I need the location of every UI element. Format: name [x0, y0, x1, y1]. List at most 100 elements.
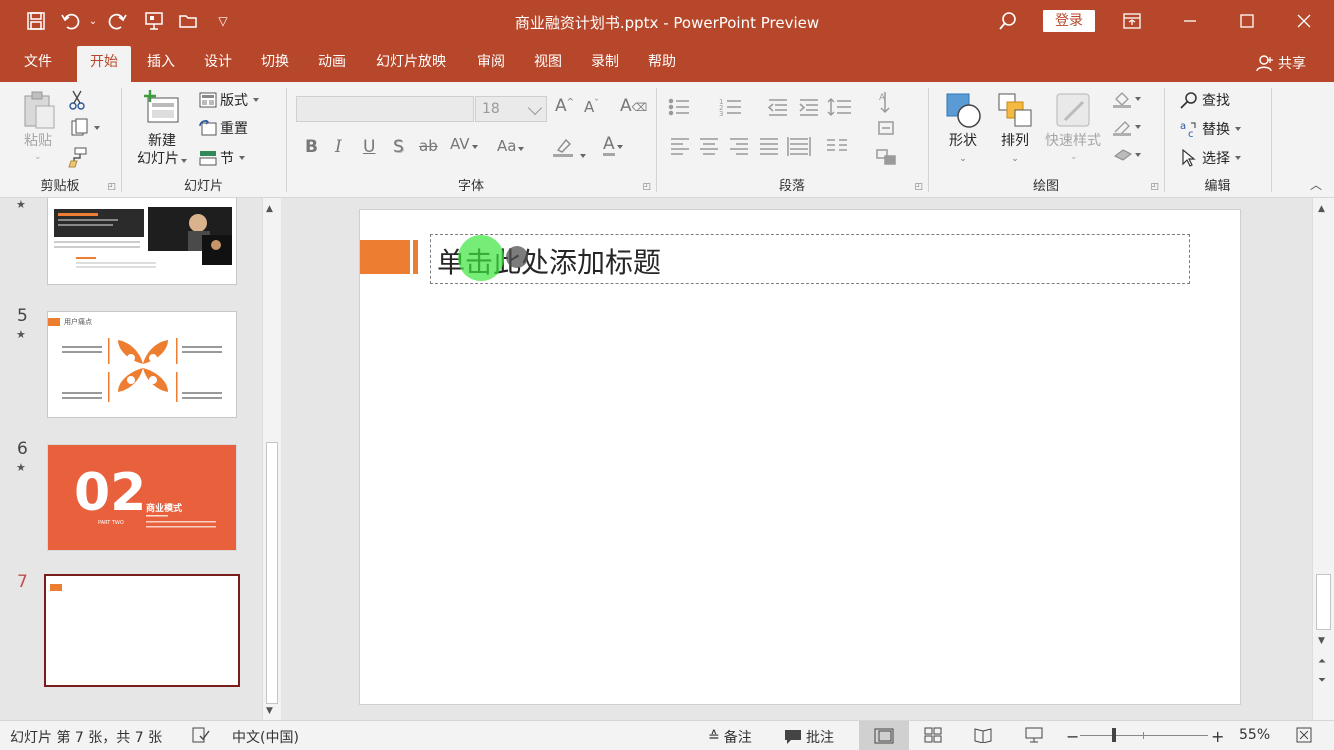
accessibility-icon[interactable]: [192, 727, 210, 743]
minimize-icon[interactable]: [1170, 8, 1210, 34]
comments-button[interactable]: 批注: [784, 727, 834, 747]
shape-outline-icon[interactable]: [1109, 118, 1143, 136]
font-color-button[interactable]: A: [603, 134, 623, 156]
shrink-font-icon[interactable]: Aˇ: [584, 98, 599, 116]
reading-view-icon[interactable]: [974, 727, 992, 743]
grow-font-icon[interactable]: A^: [555, 96, 574, 116]
tab-slideshow[interactable]: 幻灯片放映: [367, 46, 455, 82]
previous-slide-icon[interactable]: ⏶: [1318, 656, 1326, 667]
slide-thumbnail[interactable]: 用户痛点: [47, 311, 237, 418]
zoom-out-icon[interactable]: −: [1066, 727, 1079, 746]
shadow-button[interactable]: S: [393, 137, 404, 157]
scroll-up-icon[interactable]: ▲: [266, 204, 273, 214]
change-case-button[interactable]: Aa: [497, 137, 525, 155]
clipboard-group: 粘贴 ⌄ 剪贴板 ◰: [0, 82, 120, 198]
animation-star-icon: ★: [16, 328, 26, 341]
scroll-down-icon[interactable]: ▼: [1318, 636, 1325, 646]
svg-text:A: A: [879, 93, 886, 103]
slide-thumbnail-current[interactable]: [44, 574, 240, 687]
zoom-slider-thumb[interactable]: [1112, 728, 1116, 742]
quick-styles-dropdown-icon[interactable]: ⌄: [1070, 152, 1078, 162]
zoom-level[interactable]: 55%: [1239, 727, 1270, 743]
tab-design[interactable]: 设计: [195, 46, 241, 82]
highlight-icon[interactable]: [552, 136, 586, 163]
cut-icon[interactable]: [68, 90, 86, 110]
separator: [1271, 88, 1272, 192]
font-launcher-icon[interactable]: ◰: [642, 182, 651, 192]
arrange-icon[interactable]: [995, 90, 1035, 130]
shape-effects-icon[interactable]: [1109, 146, 1143, 164]
quick-styles-icon[interactable]: [1053, 90, 1093, 130]
quick-styles-button[interactable]: 快速样式: [1041, 132, 1105, 150]
tab-animations[interactable]: 动画: [309, 46, 355, 82]
ribbon-display-icon[interactable]: [1112, 8, 1152, 34]
share-button[interactable]: 共享: [1256, 53, 1306, 73]
next-slide-icon[interactable]: ⏷: [1318, 675, 1326, 686]
thumbnails-scrollbar[interactable]: ▲ ▼: [262, 198, 281, 720]
reset-button[interactable]: 重置: [199, 118, 248, 138]
scroll-thumb[interactable]: [266, 442, 278, 704]
zoom-in-icon[interactable]: +: [1211, 727, 1224, 746]
maximize-icon[interactable]: [1227, 8, 1267, 34]
shapes-button[interactable]: 形状 ⌄: [941, 132, 985, 168]
replace-button[interactable]: ac 替换: [1179, 119, 1241, 139]
slide-sorter-icon[interactable]: [924, 727, 942, 743]
paste-dropdown-icon[interactable]: ⌄: [34, 152, 42, 162]
new-slide-button[interactable]: 新建 幻灯片: [136, 132, 188, 168]
italic-button[interactable]: I: [335, 137, 342, 157]
char-spacing-button[interactable]: AV: [450, 135, 478, 153]
tab-insert[interactable]: 插入: [138, 46, 184, 82]
notes-button[interactable]: ≙ 备注: [708, 727, 752, 747]
select-button[interactable]: 选择: [1179, 148, 1241, 168]
language-indicator[interactable]: 中文(中国): [232, 727, 299, 747]
normal-view-button[interactable]: [859, 721, 909, 750]
svg-text:a: a: [1180, 121, 1186, 132]
editor-scrollbar[interactable]: ▲ ▼ ⏶ ⏷: [1312, 198, 1334, 720]
scroll-thumb[interactable]: [1316, 574, 1331, 630]
font-size-box[interactable]: 18: [475, 96, 547, 122]
tab-help[interactable]: 帮助: [639, 46, 685, 82]
drawing-launcher-icon[interactable]: ◰: [1150, 182, 1159, 192]
paste-button[interactable]: 粘贴: [20, 132, 56, 150]
close-icon[interactable]: [1284, 8, 1324, 34]
editing-label: 编辑: [1204, 179, 1231, 194]
underline-button[interactable]: U: [363, 137, 375, 157]
layout-button[interactable]: 版式: [199, 90, 259, 110]
copy-icon[interactable]: [66, 118, 104, 138]
format-painter-icon[interactable]: [66, 146, 88, 168]
tab-review[interactable]: 审阅: [468, 46, 514, 82]
scroll-up-icon[interactable]: ▲: [1318, 204, 1325, 214]
tab-record[interactable]: 录制: [582, 46, 628, 82]
section-button[interactable]: 节: [199, 148, 245, 168]
slideshow-icon[interactable]: [1025, 727, 1043, 743]
title-placeholder[interactable]: 单击此处添加标题: [430, 234, 1190, 284]
new-slide-icon[interactable]: [142, 88, 182, 128]
clear-format-icon[interactable]: A⌫: [620, 96, 647, 116]
login-button[interactable]: 登录: [1043, 10, 1095, 32]
slide-thumbnail[interactable]: 02 PART TWO 商业模式: [47, 444, 237, 551]
char-spacing-label: AV: [450, 135, 470, 153]
tab-home[interactable]: 开始: [77, 46, 131, 82]
shape-fill-icon[interactable]: [1109, 90, 1143, 108]
scroll-down-icon[interactable]: ▼: [266, 706, 273, 716]
tab-file[interactable]: 文件: [16, 46, 60, 82]
slide-thumbnail[interactable]: [47, 198, 237, 285]
arrange-button[interactable]: 排列 ⌄: [993, 132, 1037, 168]
fit-to-window-icon[interactable]: [1296, 727, 1312, 743]
find-button[interactable]: 查找: [1179, 90, 1230, 110]
paragraph-launcher-icon[interactable]: ◰: [914, 182, 923, 192]
ribbon: 粘贴 ⌄ 剪贴板 ◰ 新建 幻灯片 版式 重置 节 幻灯片 18 A^ Aˇ A…: [0, 82, 1334, 198]
zoom-slider[interactable]: [1080, 728, 1208, 742]
font-name-box[interactable]: [296, 96, 474, 122]
paste-icon[interactable]: [22, 90, 56, 130]
collapse-ribbon-icon[interactable]: ︿: [1310, 176, 1322, 193]
strikethrough-button[interactable]: ab: [419, 137, 438, 155]
bullets-icon: [668, 98, 689, 116]
tab-view[interactable]: 视图: [525, 46, 571, 82]
tab-transitions[interactable]: 切换: [252, 46, 298, 82]
bold-button[interactable]: B: [305, 137, 318, 157]
shapes-icon[interactable]: [943, 90, 983, 130]
search-icon[interactable]: [996, 8, 1020, 34]
clipboard-launcher-icon[interactable]: ◰: [107, 182, 116, 192]
slide-canvas[interactable]: 单击此处添加标题: [359, 209, 1241, 705]
